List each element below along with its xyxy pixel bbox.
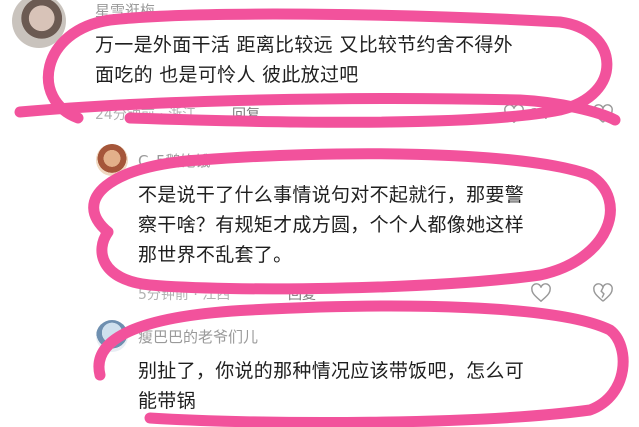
comment-text-line: 能带锅 [138, 390, 196, 412]
avatar[interactable] [12, 0, 66, 48]
comment-text-line: 察干啥？有规矩才成方圆，个个人都像她这样 [138, 214, 525, 236]
comment-text-line: 面吃的 也是可怜人 彼此放过吧 [95, 64, 359, 86]
comment-text-line: 那世界不乱套了。 [138, 244, 293, 266]
avatar[interactable] [96, 144, 128, 176]
comment-text-line: 万一是外面干活 距离比较远 又比较节约舍不得外 [95, 34, 513, 56]
broken-heart-icon[interactable] [592, 104, 614, 128]
like-count: 14 [530, 105, 550, 123]
comment-text: 别扯了，你说的那种情况应该带饭吧，怎么可 能带锅 [138, 356, 524, 416]
comment-text-line: 不是说干了什么事情说句对不起就行，那要警 [138, 184, 525, 206]
comment-text-line: 别扯了，你说的那种情况应该带饭吧，怎么可 [138, 360, 525, 382]
avatar[interactable] [96, 320, 128, 352]
reply-button[interactable]: 回复 [232, 104, 260, 124]
reply-button[interactable]: 回复 [288, 284, 316, 304]
comment-time: 5分钟前 · 江西 [138, 287, 231, 303]
heart-icon[interactable] [503, 104, 525, 128]
comment-username[interactable]: C_5鹅饱饿 [138, 150, 211, 171]
comment-username[interactable]: 瘦巴巴的老爷们儿 [138, 326, 258, 347]
comment-text: 万一是外面干活 距离比较远 又比较节约舍不得外 面吃的 也是可怜人 彼此放过吧 [95, 30, 513, 90]
comment-time: 24分钟前 · 浙江 [95, 107, 197, 123]
comment-text: 不是说干了什么事情说句对不起就行，那要警 察干啥？有规矩才成方圆，个个人都像她这… [138, 180, 524, 270]
broken-heart-icon[interactable] [592, 283, 614, 307]
heart-icon[interactable] [530, 283, 552, 307]
comment-username[interactable]: 星雪逛梅 [95, 0, 155, 21]
